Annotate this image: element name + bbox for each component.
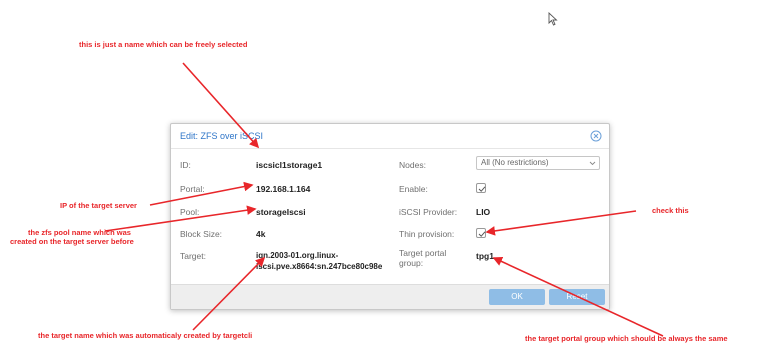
annotation-name: this is just a name which can be freely … <box>79 40 248 49</box>
arrow-ip-to-portal <box>149 181 254 206</box>
arrow-target-name <box>192 256 266 331</box>
screenshot-stage: Edit: ZFS over iSCSI ID: iscsicl1storage… <box>0 0 776 349</box>
annotation-check: check this <box>652 206 689 215</box>
annotation-ip: IP of the target server <box>60 201 137 210</box>
arrow-check-to-thin <box>485 210 637 236</box>
arrow-tpg <box>492 256 664 337</box>
annotation-tpg: the target portal group which should be … <box>525 334 728 343</box>
annotation-pool-line2: created on the target server before <box>10 237 134 246</box>
annotation-pool: the zfs pool name which was created on t… <box>10 228 134 246</box>
annotation-target-name: the target name which was automaticaly c… <box>38 331 253 340</box>
annotation-pool-line1: the zfs pool name which was <box>28 228 131 237</box>
arrow-name-to-id <box>182 62 260 149</box>
annotation-arrows <box>104 62 664 337</box>
